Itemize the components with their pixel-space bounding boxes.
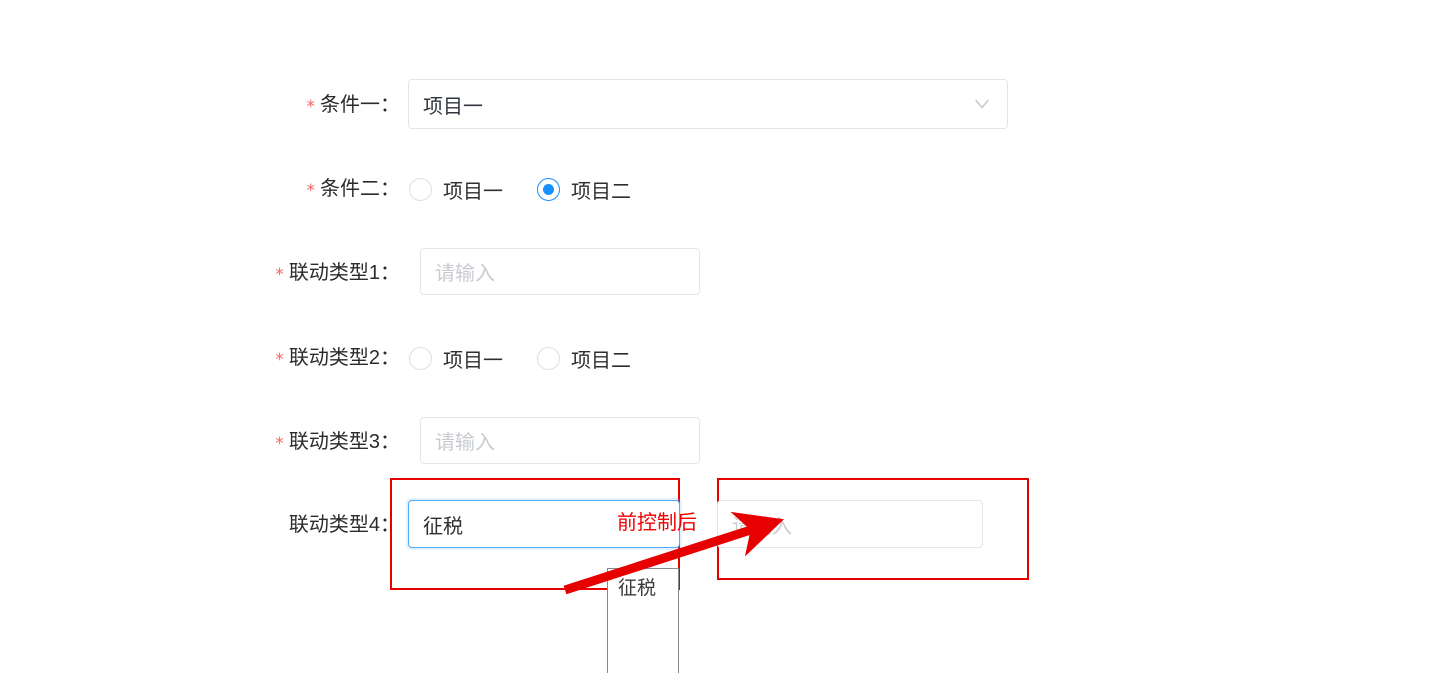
label-colon: ： (380, 94, 400, 116)
input-linkage-type-1[interactable]: 请输入 (420, 248, 700, 295)
form-page: * 条件一： 项目一 * 条件二： 项目一 项目二 * 联动类型1： 请输入 * 联动类… (0, 0, 1451, 673)
radio-circle-selected-icon[interactable] (537, 178, 560, 201)
radio-condition-2-option-1[interactable]: 项目一 (409, 175, 503, 204)
required-asterisk: * (275, 350, 284, 370)
radio-linkage-type-2-option-1[interactable]: 项目一 (409, 344, 503, 373)
label-colon: ： (380, 431, 400, 453)
autocomplete-dropdown[interactable]: 征税 (607, 568, 679, 673)
label-text: 联动类型3 (288, 431, 380, 453)
label-text: 联动类型1 (288, 262, 380, 284)
chevron-down-icon[interactable] (969, 91, 995, 117)
label-linkage-type-3: * 联动类型3： (140, 432, 400, 453)
label-text: 条件一 (320, 94, 380, 116)
radio-circle-icon[interactable] (537, 347, 560, 370)
input-linkage-type-3[interactable]: 请输入 (420, 417, 700, 464)
radio-condition-2-option-2[interactable]: 项目二 (537, 175, 631, 204)
annotation-note: 前控制后 (617, 512, 697, 534)
input-placeholder: 请输入 (435, 263, 495, 285)
input-placeholder: 请输入 (435, 432, 495, 454)
label-linkage-type-2: * 联动类型2： (140, 348, 400, 369)
radio-circle-icon[interactable] (409, 178, 432, 201)
radio-label: 项目一 (443, 350, 503, 372)
label-condition-1: * 条件一： (140, 94, 401, 117)
radio-label: 项目二 (571, 181, 631, 203)
radio-linkage-type-2-option-2[interactable]: 项目二 (537, 344, 631, 373)
label-colon: ： (380, 178, 400, 200)
label-linkage-type-1: * 联动类型1： (140, 263, 400, 284)
label-linkage-type-4: 联动类型4： (140, 515, 400, 535)
label-text: 联动类型4 (288, 514, 380, 536)
input-linkage-type-4-second[interactable]: 请输入 (717, 500, 983, 548)
select-value: 项目一 (423, 95, 483, 118)
select-condition-1[interactable]: 项目一 (408, 79, 1008, 129)
label-text: 联动类型2 (288, 347, 380, 369)
required-asterisk: * (275, 265, 284, 285)
autocomplete-item[interactable]: 征税 (608, 569, 678, 600)
radio-label: 项目二 (571, 350, 631, 372)
required-asterisk: * (306, 97, 316, 117)
required-asterisk: * (306, 181, 316, 201)
radio-group-condition-2: 项目一 项目二 (409, 175, 631, 204)
input-value: 征税 (423, 515, 463, 538)
radio-group-linkage-type-2: 项目一 项目二 (409, 344, 631, 373)
label-text: 条件二 (320, 178, 380, 200)
label-colon: ： (380, 347, 400, 369)
required-asterisk: * (275, 434, 284, 454)
radio-circle-icon[interactable] (409, 347, 432, 370)
label-colon: ： (380, 262, 400, 284)
radio-label: 项目一 (443, 181, 503, 203)
label-condition-2: * 条件二： (140, 178, 401, 201)
input-placeholder: 请输入 (732, 515, 792, 538)
